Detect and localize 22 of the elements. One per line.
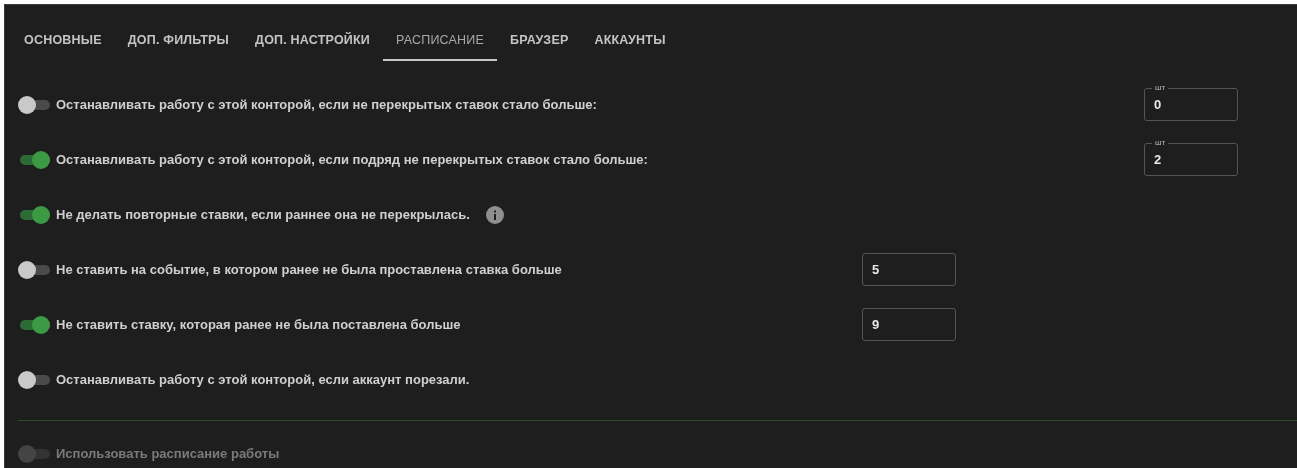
tab[interactable]: ДОП. НАСТРОЙКИ bbox=[242, 19, 383, 61]
tab[interactable]: ОСНОВНЫЕ bbox=[11, 19, 115, 61]
number-field[interactable]: 9 bbox=[862, 308, 956, 341]
number-field[interactable]: 5 bbox=[862, 253, 956, 286]
setting-label: Останавливать работу с этой конторой, если не перекрытых ставок стало больше: bbox=[56, 97, 597, 112]
tab[interactable]: РАСПИСАНИЕ bbox=[383, 19, 497, 61]
setting-label: Останавливать работу с этой конторой, если аккаунт порезали. bbox=[56, 372, 470, 387]
info-icon[interactable] bbox=[485, 205, 504, 224]
tab[interactable]: ДОП. ФИЛЬТРЫ bbox=[114, 19, 243, 61]
toggle-switch[interactable] bbox=[18, 259, 50, 280]
setting-label: Использовать расписание работы bbox=[56, 446, 280, 461]
tab[interactable]: БРАУЗЕР bbox=[497, 19, 582, 61]
toggle-switch[interactable] bbox=[18, 149, 50, 170]
toggle-switch[interactable] bbox=[18, 369, 50, 390]
tab[interactable]: АККАУНТЫ bbox=[581, 19, 679, 61]
toggle-switch[interactable] bbox=[18, 204, 50, 225]
toggle-switch[interactable] bbox=[18, 314, 50, 335]
setting-label: Останавливать работу с этой конторой, если подряд не перекрытых ставок стало больше: bbox=[56, 152, 648, 167]
toggle-switch[interactable] bbox=[18, 94, 50, 115]
setting-label: Не делать повторные ставки, если раннее она не перекрылась. bbox=[56, 207, 470, 222]
setting-label: Не ставить на событие, в котором ранее не была проставлена ставка больше bbox=[56, 262, 562, 277]
setting-label: Не ставить ставку, которая ранее не была поставлена больше bbox=[56, 317, 461, 332]
